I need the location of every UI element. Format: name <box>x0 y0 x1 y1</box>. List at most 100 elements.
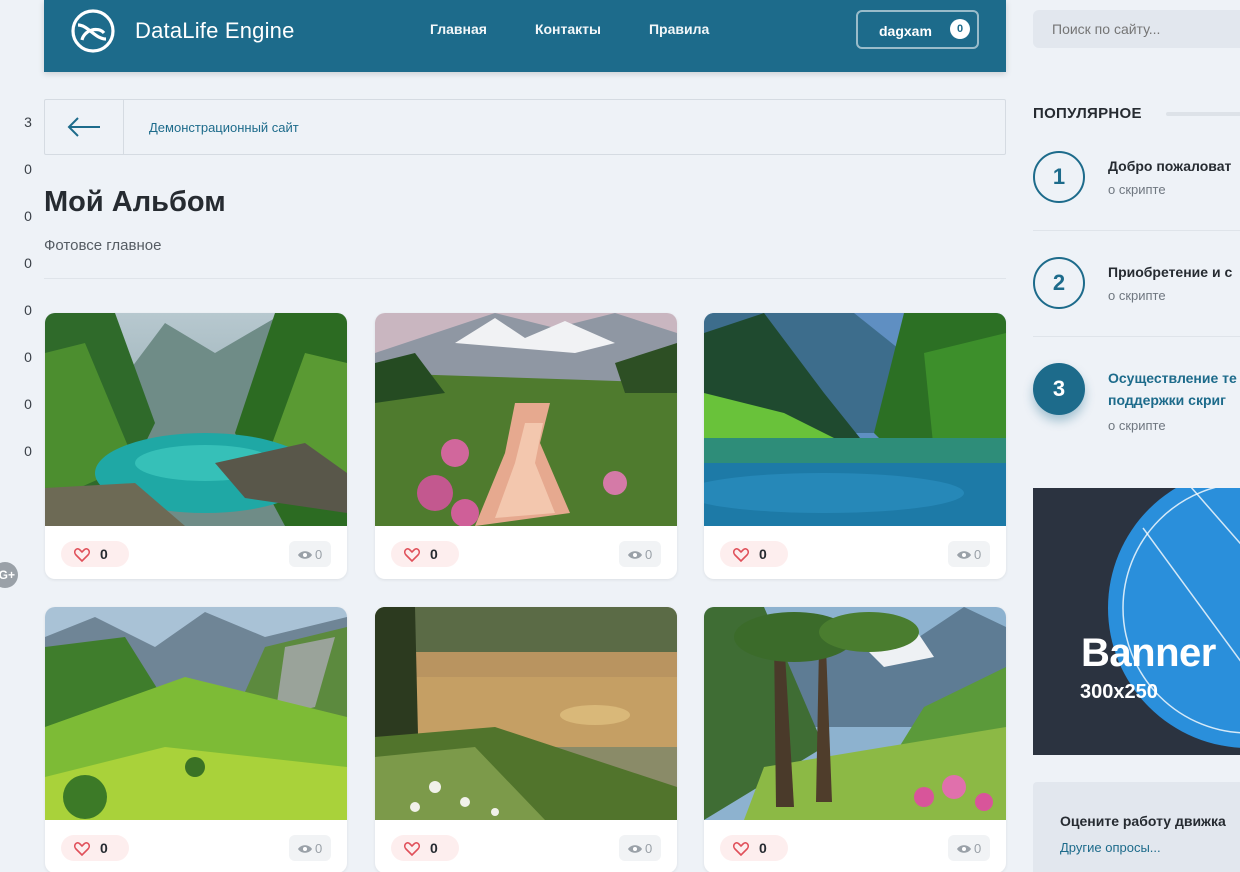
side-counter: 3 <box>24 114 32 130</box>
google-plus-share-icon[interactable]: G+ <box>0 562 18 588</box>
side-counter: 0 <box>24 302 32 318</box>
page-subtitle: Фотовсе главное <box>44 237 162 254</box>
eye-icon <box>298 845 312 853</box>
views-badge: 0 <box>619 541 661 567</box>
like-count: 0 <box>100 840 108 856</box>
notification-count-badge: 0 <box>950 19 970 39</box>
photo-card[interactable]: 0 0 <box>375 607 677 872</box>
heart-icon <box>74 548 90 562</box>
like-count: 0 <box>759 840 767 856</box>
heart-icon <box>733 842 749 856</box>
popular-item-title[interactable]: Осуществление те поддержки скриг <box>1108 367 1237 411</box>
popular-item-title-line: поддержки скриг <box>1108 392 1226 408</box>
popular-item-title[interactable]: Приобретение и с <box>1108 261 1232 283</box>
ad-banner[interactable]: Banner 300x250 <box>1033 488 1240 755</box>
arrow-left-icon <box>67 117 100 137</box>
eye-icon <box>628 551 642 559</box>
views-badge: 0 <box>619 835 661 861</box>
view-count: 0 <box>974 547 982 562</box>
eye-icon <box>628 845 642 853</box>
views-badge: 0 <box>289 541 331 567</box>
popular-item-number: 3 <box>1033 363 1085 415</box>
views-badge: 0 <box>948 541 990 567</box>
breadcrumb: Демонстрационный сайт <box>44 99 1006 155</box>
like-button[interactable]: 0 <box>61 541 129 567</box>
photo-card[interactable]: 0 0 <box>704 607 1006 872</box>
user-menu-button[interactable]: dagxam 0 <box>856 10 979 49</box>
like-count: 0 <box>430 840 438 856</box>
other-polls-link[interactable]: Другие опросы... <box>1060 840 1161 855</box>
side-counter: 0 <box>24 396 32 412</box>
side-counter: 0 <box>24 255 32 271</box>
like-count: 0 <box>100 546 108 562</box>
main-nav: Главная Контакты Правила <box>430 21 709 37</box>
like-button[interactable]: 0 <box>61 835 129 861</box>
popular-item-title-line: Осуществление те <box>1108 370 1237 386</box>
photo-thumbnail[interactable] <box>45 607 347 820</box>
views-badge: 0 <box>948 835 990 861</box>
poll-widget: Оцените работу движка Другие опросы... <box>1033 782 1240 872</box>
popular-heading-line <box>1166 112 1240 116</box>
search-input[interactable] <box>1033 10 1240 48</box>
view-count: 0 <box>315 841 323 856</box>
views-badge: 0 <box>289 835 331 861</box>
photo-card[interactable]: 0 0 <box>45 607 347 872</box>
popular-heading: ПОПУЛЯРНОЕ <box>1033 105 1142 122</box>
nav-contacts-link[interactable]: Контакты <box>535 21 601 37</box>
photo-card[interactable]: 0 0 <box>704 313 1006 579</box>
like-button[interactable]: 0 <box>720 835 788 861</box>
view-count: 0 <box>315 547 323 562</box>
banner-size: 300x250 <box>1080 681 1158 703</box>
divider <box>1033 336 1240 337</box>
eye-icon <box>957 551 971 559</box>
like-count: 0 <box>430 546 438 562</box>
like-button[interactable]: 0 <box>391 541 459 567</box>
user-name: dagxam <box>879 23 932 39</box>
photo-card[interactable]: 0 0 <box>45 313 347 579</box>
eye-icon <box>957 845 971 853</box>
heart-icon <box>404 842 420 856</box>
heart-icon <box>74 842 90 856</box>
side-counter: 0 <box>24 161 32 177</box>
view-count: 0 <box>645 841 653 856</box>
like-button[interactable]: 0 <box>391 835 459 861</box>
banner-logo-graphic <box>1108 488 1240 748</box>
view-count: 0 <box>645 547 653 562</box>
photo-thumbnail[interactable] <box>704 313 1006 526</box>
poll-question: Оцените работу движка <box>1060 813 1226 829</box>
popular-item-number: 2 <box>1033 257 1085 309</box>
nav-home-link[interactable]: Главная <box>430 21 487 37</box>
heart-icon <box>733 548 749 562</box>
side-counter-column: 3 0 0 0 0 0 0 0 <box>18 114 38 490</box>
back-button[interactable] <box>45 100 124 154</box>
photo-thumbnail[interactable] <box>375 313 677 526</box>
popular-item[interactable]: 2 Приобретение и с о скрипте <box>1033 257 1240 317</box>
logo-icon[interactable] <box>70 8 116 54</box>
site-header: DataLife Engine Главная Контакты Правила… <box>44 0 1006 72</box>
page-title: Мой Альбом <box>44 186 226 218</box>
popular-item-number: 1 <box>1033 151 1085 203</box>
divider <box>1033 230 1240 231</box>
photo-thumbnail[interactable] <box>45 313 347 526</box>
divider <box>44 278 1006 279</box>
photo-thumbnail[interactable] <box>375 607 677 820</box>
side-counter: 0 <box>24 349 32 365</box>
popular-item-category[interactable]: о скрипте <box>1108 288 1166 303</box>
popular-item-title[interactable]: Добро пожаловат <box>1108 155 1231 177</box>
heart-icon <box>404 548 420 562</box>
photo-card[interactable]: 0 0 <box>375 313 677 579</box>
photo-thumbnail[interactable] <box>704 607 1006 820</box>
popular-item[interactable]: 3 Осуществление те поддержки скриг о скр… <box>1033 363 1240 443</box>
site-logo-text[interactable]: DataLife Engine <box>135 18 295 44</box>
side-counter: 0 <box>24 208 32 224</box>
breadcrumb-home-link[interactable]: Демонстрационный сайт <box>149 120 299 135</box>
nav-rules-link[interactable]: Правила <box>649 21 709 37</box>
view-count: 0 <box>974 841 982 856</box>
like-count: 0 <box>759 546 767 562</box>
popular-item-category[interactable]: о скрипте <box>1108 418 1166 433</box>
popular-item[interactable]: 1 Добро пожаловат о скрипте <box>1033 151 1240 211</box>
like-button[interactable]: 0 <box>720 541 788 567</box>
eye-icon <box>298 551 312 559</box>
popular-item-category[interactable]: о скрипте <box>1108 182 1166 197</box>
banner-title: Banner <box>1081 631 1216 675</box>
